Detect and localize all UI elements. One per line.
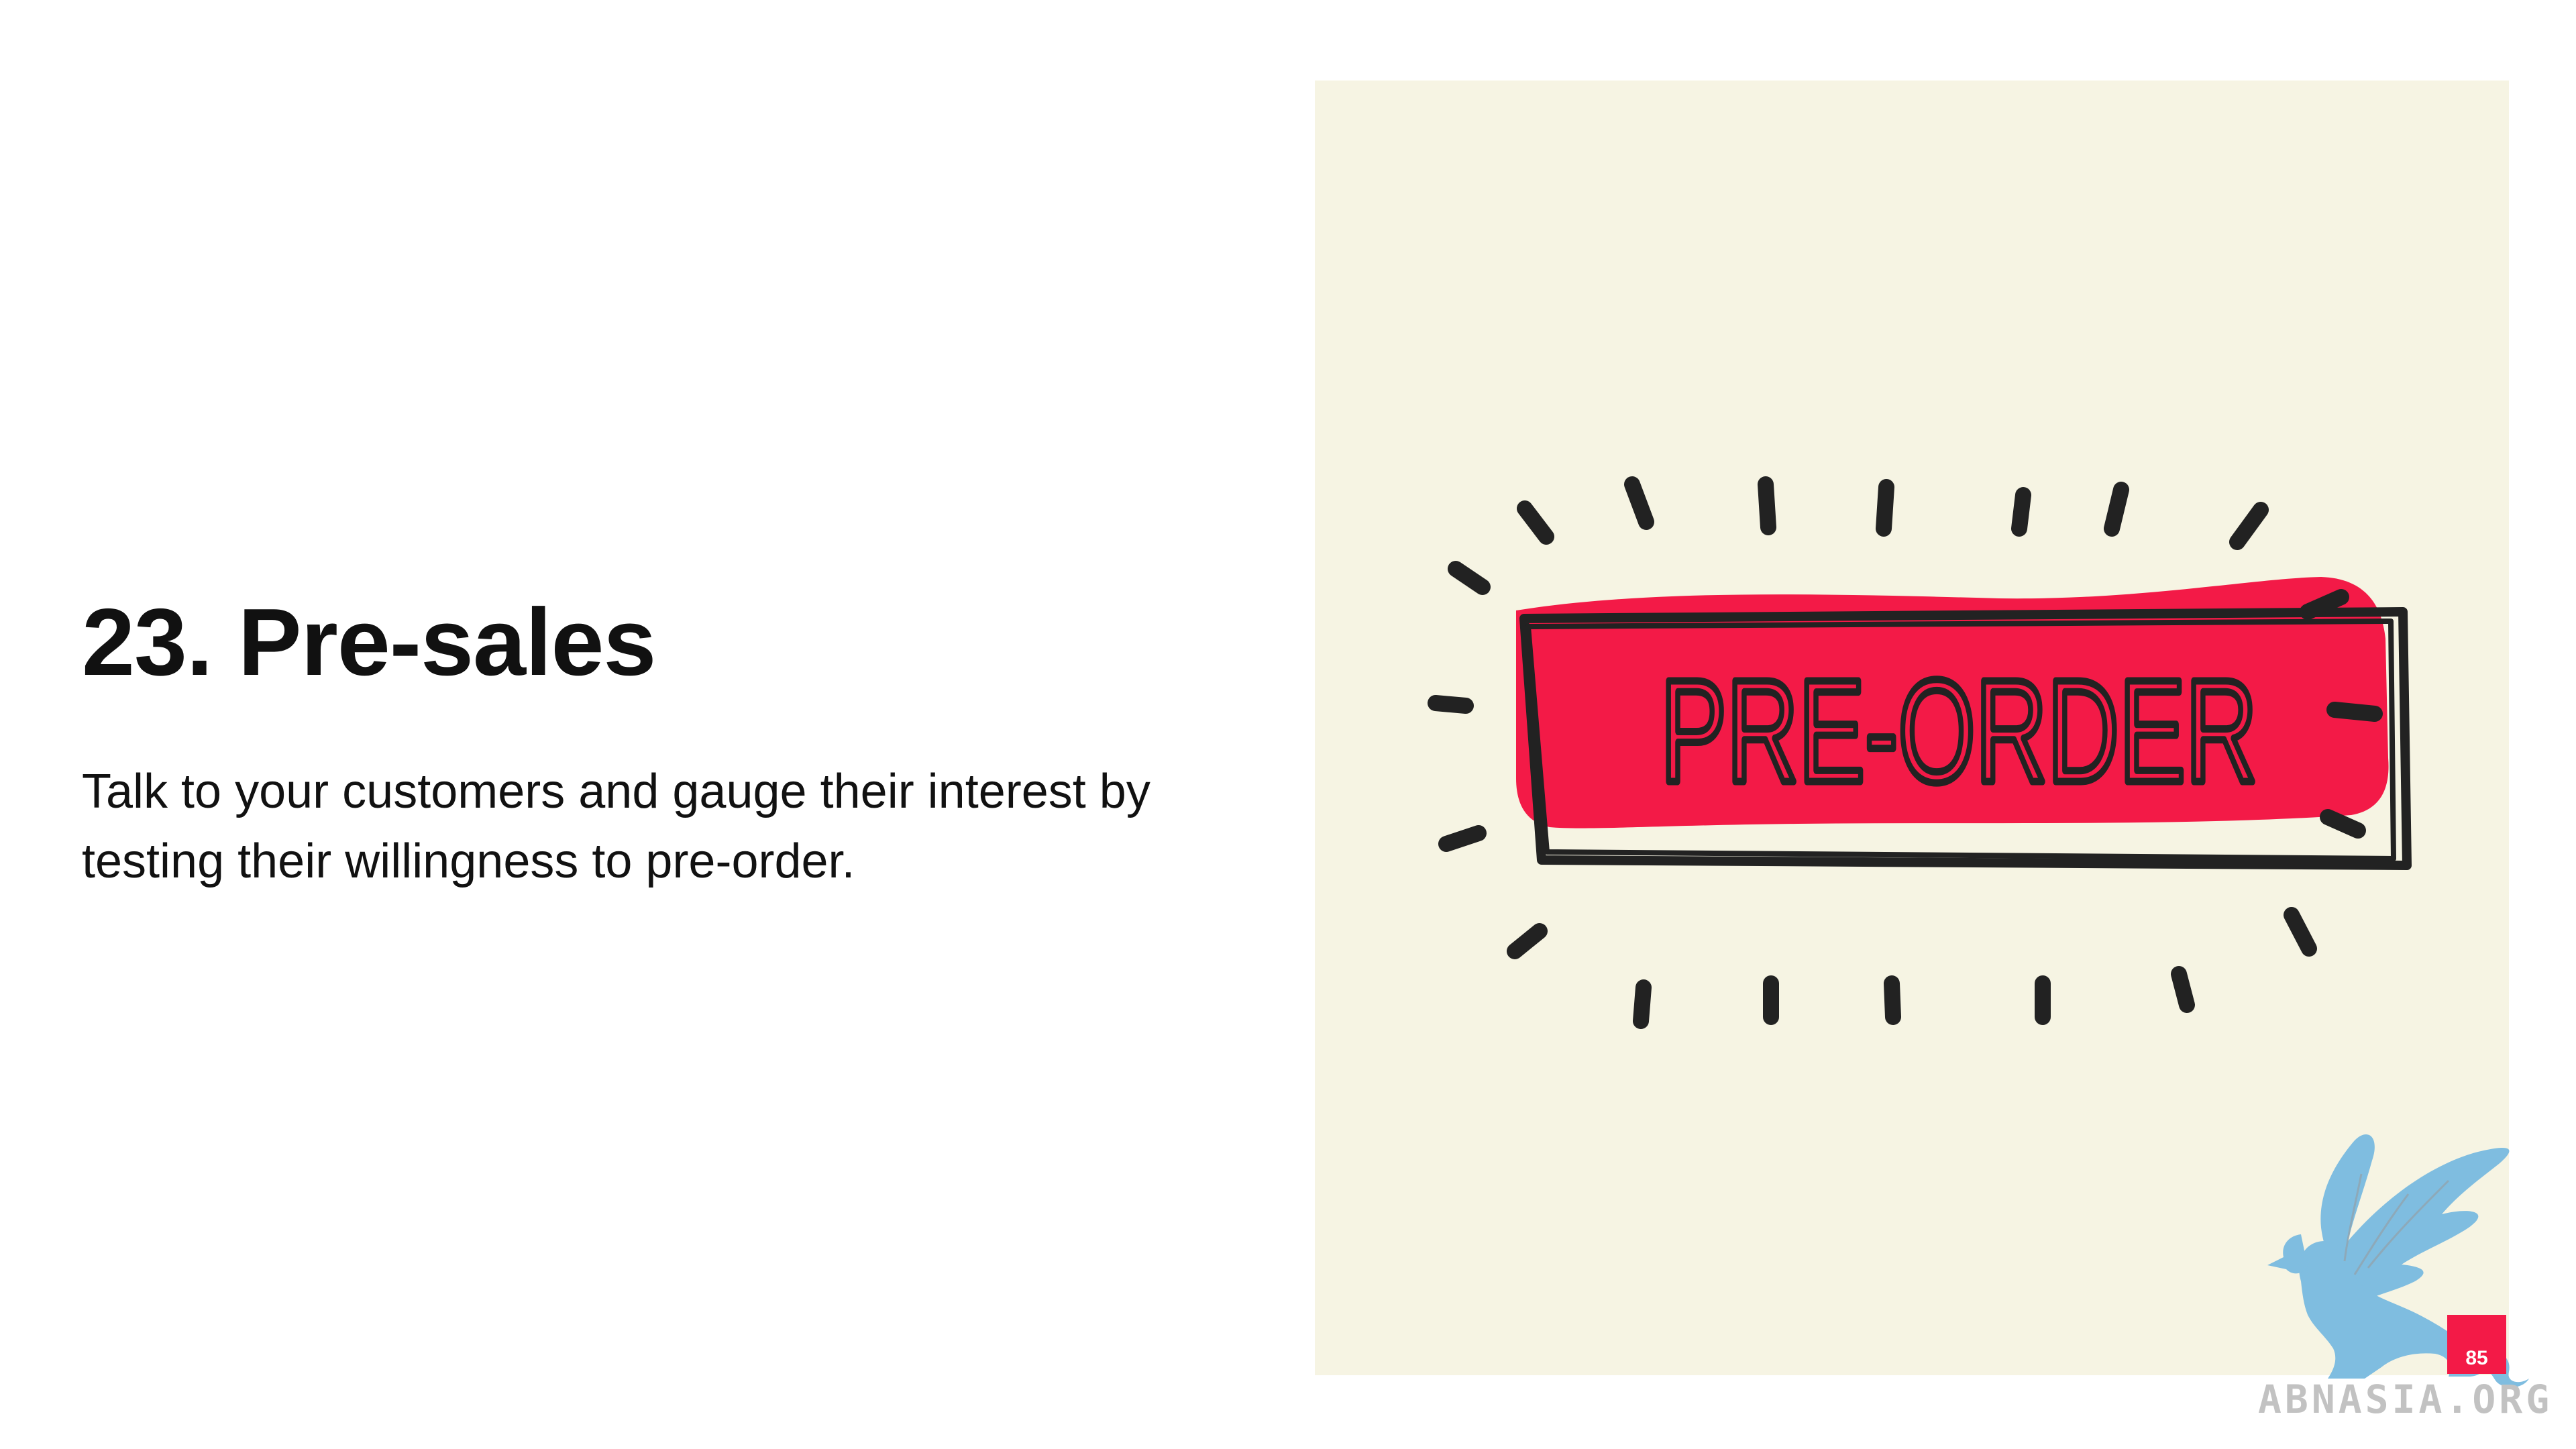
slide: 23. Pre-sales Talk to your customers and… bbox=[0, 0, 2576, 1449]
abnasia-watermark: ABNASIA.ORG bbox=[2254, 1114, 2576, 1449]
slide-body-text: Talk to your customers and gauge their i… bbox=[82, 765, 1150, 889]
griffin-logo bbox=[2267, 1134, 2529, 1388]
slide-title: 23. Pre-sales bbox=[82, 589, 656, 696]
watermark-text: ABNASIA.ORG bbox=[2258, 1377, 2553, 1422]
button-label: PRE-ORDER bbox=[1660, 650, 2257, 813]
page-number-badge: 85 bbox=[2447, 1315, 2506, 1374]
page-number: 85 bbox=[2465, 1347, 2488, 1369]
